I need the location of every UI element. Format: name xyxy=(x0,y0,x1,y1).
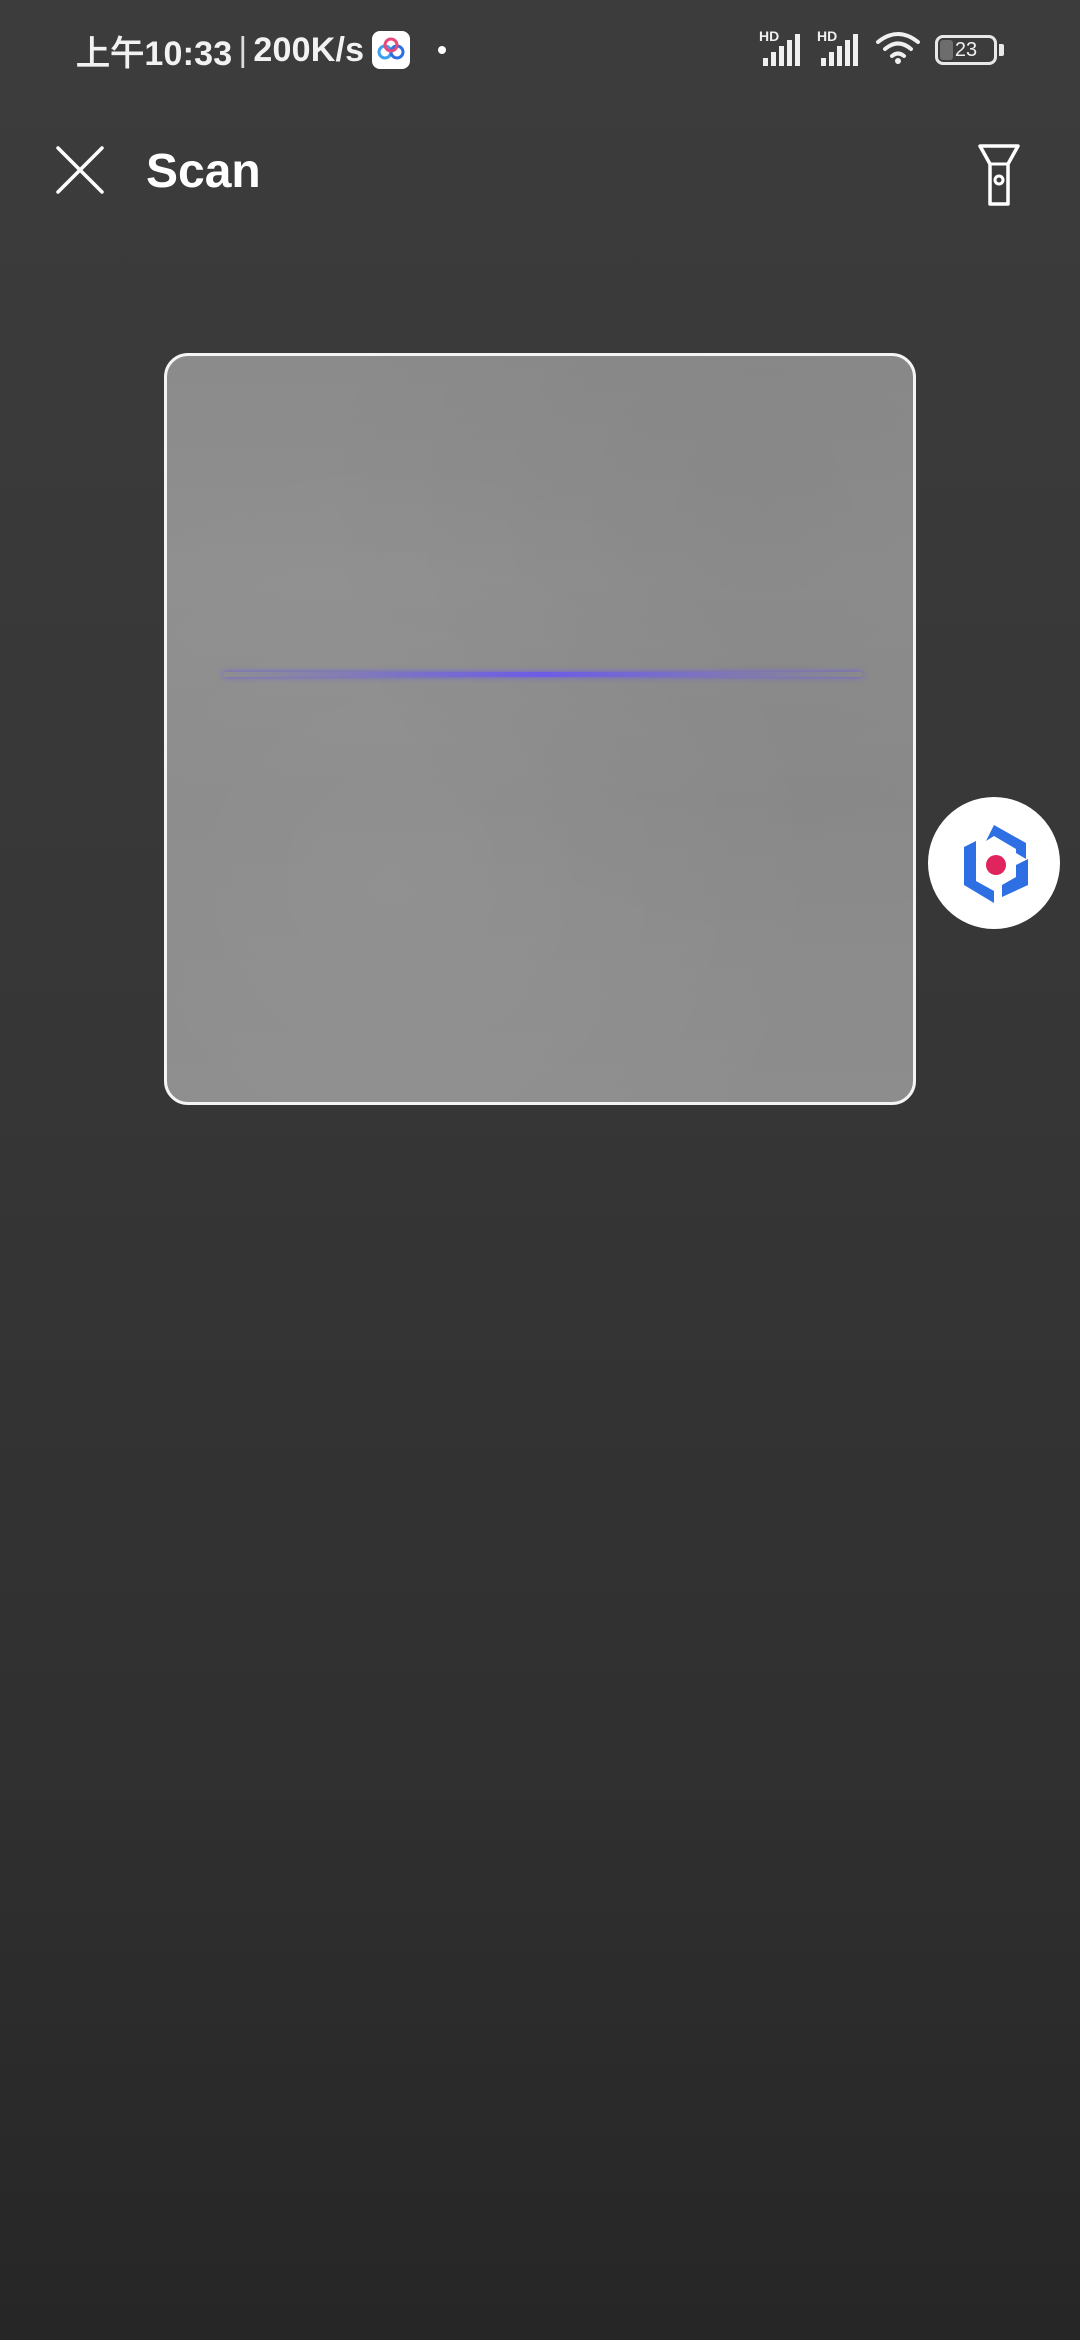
close-button[interactable] xyxy=(52,142,108,198)
assistant-logo-icon xyxy=(964,825,1028,903)
signal-2-icon: HD xyxy=(817,28,861,68)
battery-icon: 23 xyxy=(935,35,997,65)
battery-fill xyxy=(940,40,953,60)
status-separator: | xyxy=(238,30,248,69)
flashlight-icon xyxy=(978,144,1020,206)
scan-frame xyxy=(164,353,916,1105)
battery-tip xyxy=(999,44,1004,56)
wifi-icon xyxy=(875,30,921,71)
status-bar-left: 上午10:33 | 200K/s xyxy=(76,28,447,73)
close-icon xyxy=(56,146,104,194)
scan-header: Scan xyxy=(0,120,1080,220)
battery-level: 23 xyxy=(954,38,978,61)
scan-line xyxy=(223,672,863,677)
status-bar: 上午10:33 | 200K/s HD HD 23 xyxy=(0,0,1080,100)
camera-preview xyxy=(167,356,913,1102)
flashlight-button[interactable] xyxy=(976,142,1022,208)
cloud-app-icon xyxy=(372,31,411,69)
status-bar-right: HD HD 23 xyxy=(759,28,1004,72)
signal-1-icon: HD xyxy=(759,28,803,68)
floating-assistant-button[interactable] xyxy=(928,797,1060,929)
notification-dot-icon xyxy=(438,46,447,54)
status-net-speed: 200K/s xyxy=(253,30,365,69)
page-title: Scan xyxy=(146,145,261,198)
status-time: 上午10:33 xyxy=(76,34,233,73)
